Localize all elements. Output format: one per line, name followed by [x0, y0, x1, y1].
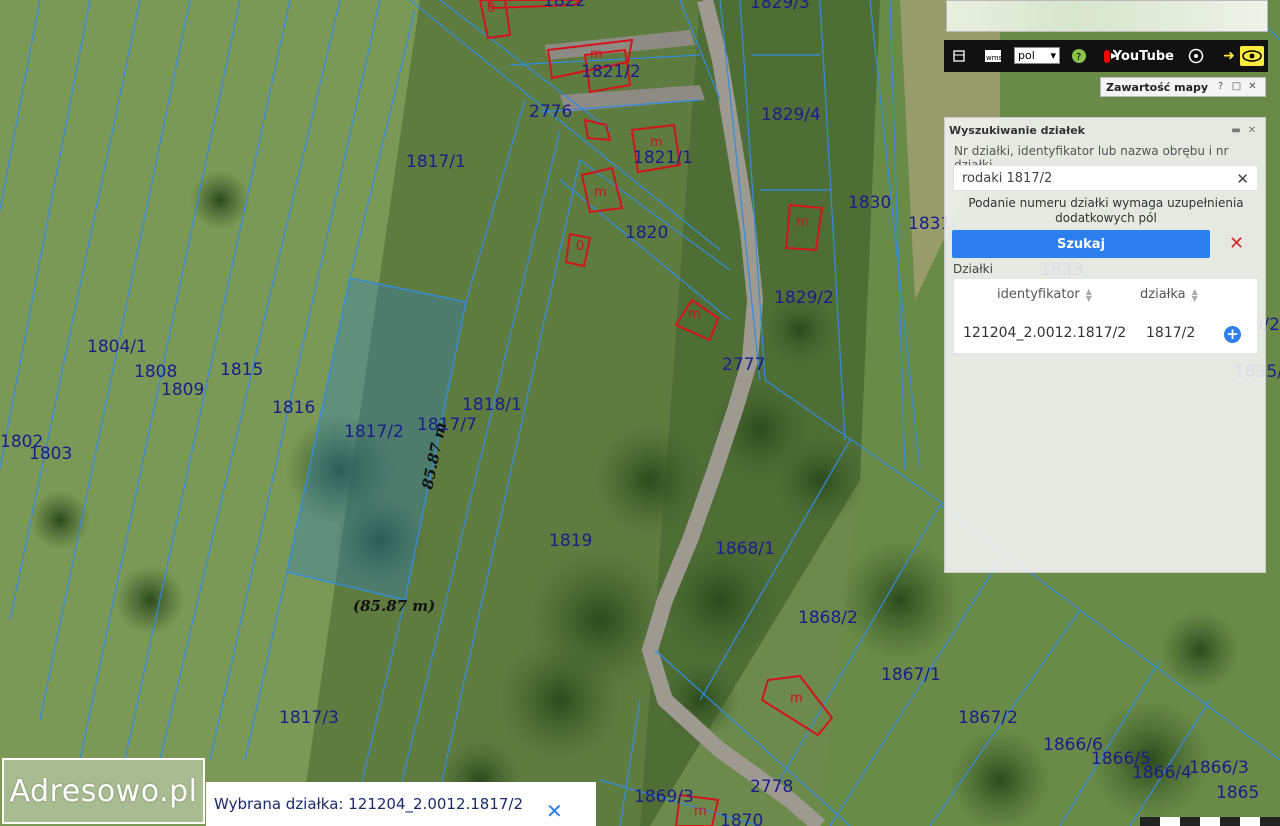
- parcel-label: 1803: [29, 444, 72, 464]
- minimize-icon[interactable]: ▬: [1230, 124, 1242, 136]
- brand-logo[interactable]: Adresowo.pl: [2, 758, 205, 824]
- dimension-label-short: (85.87 m): [353, 597, 435, 615]
- parcel-label: 1820: [625, 223, 668, 243]
- parcel-label: 2777: [722, 355, 765, 375]
- parcel-label: 1866/4: [1132, 763, 1192, 783]
- parcel-label: 1817/3: [279, 708, 339, 728]
- parcel-label: 1815: [220, 360, 263, 380]
- svg-text:?: ?: [1076, 52, 1081, 63]
- chevron-down-icon: ▾: [1050, 49, 1056, 62]
- close-icon[interactable]: ✕: [546, 799, 563, 823]
- search-input[interactable]: rodaki 1817/2 ✕: [953, 165, 1258, 191]
- parcel-label: 1822: [543, 0, 586, 11]
- parcel-label: 1816: [272, 398, 315, 418]
- parcel-label: 1829/2: [774, 288, 834, 308]
- status-text: Wybrana działka: 121204_2.0012.1817/2: [214, 795, 524, 813]
- parcel-label: 1868/1: [715, 539, 775, 559]
- column-header-identyfikator[interactable]: identyfikator ▲ ▼: [997, 287, 1092, 302]
- parcel-label: 2776: [529, 102, 572, 122]
- result-identyfikator[interactable]: 121204_2.0012.1817/2: [963, 325, 1126, 341]
- parcel-label: 1808: [134, 362, 177, 382]
- svg-text:m: m: [688, 307, 701, 322]
- search-input-value: rodaki 1817/2: [962, 170, 1053, 186]
- results-table: identyfikator ▲ ▼ działka ▲ ▼ 121204_2.0012.…: [953, 278, 1258, 354]
- result-dzialka[interactable]: 1817/2: [1146, 325, 1195, 341]
- overview-minimap[interactable]: [946, 0, 1268, 32]
- parcel-label: 1868/2: [798, 608, 858, 628]
- arrow-right-icon[interactable]: ➜: [1220, 46, 1238, 66]
- parcel-label: 1865: [1216, 783, 1259, 803]
- parcel-label: 1809: [161, 380, 204, 400]
- selected-parcel-status: Wybrana działka: 121204_2.0012.1817/2 ✕: [206, 782, 596, 826]
- restore-icon[interactable]: □: [1231, 81, 1242, 92]
- map-contents-header[interactable]: Zawartość mapy ? □ ✕: [1100, 77, 1266, 97]
- search-note-line2: dodatkowych pól: [1055, 211, 1157, 225]
- column-header-dzialka[interactable]: działka ▲ ▼: [1140, 287, 1198, 302]
- svg-text:wms: wms: [986, 54, 1002, 62]
- svg-text:0: 0: [487, 1, 495, 16]
- close-icon[interactable]: ✕: [1246, 124, 1258, 136]
- language-select[interactable]: pol ▾: [1014, 47, 1060, 64]
- parcel-label: 1821/1: [633, 148, 693, 168]
- search-note-line1: Podanie numeru działki wymaga uzupełnien…: [968, 196, 1244, 210]
- svg-text:m: m: [694, 804, 707, 819]
- svg-text:m: m: [796, 215, 809, 230]
- svg-text:m: m: [594, 185, 607, 200]
- parcel-label: 1804/1: [87, 337, 147, 357]
- help-icon[interactable]: ?: [1215, 81, 1226, 92]
- parcel-search-panel: Wyszukiwanie działek ▬ ✕ Nr działki, ide…: [944, 117, 1266, 573]
- column-header-label: identyfikator: [997, 287, 1080, 302]
- eye-icon[interactable]: [1240, 46, 1264, 66]
- youtube-button[interactable]: YouTube: [1104, 46, 1174, 66]
- reset-icon[interactable]: ✕: [1229, 233, 1244, 254]
- parcel-label: 2778: [750, 777, 793, 797]
- results-section-title: Działki: [953, 262, 993, 276]
- scale-bar: [1140, 817, 1280, 826]
- wms-icon[interactable]: wms: [984, 46, 1002, 66]
- parcel-label: 1819: [549, 531, 592, 551]
- map-toolbar: wms pol ▾ ? YouTube ➜: [944, 40, 1268, 72]
- parcel-label: 1869/3: [634, 787, 694, 807]
- youtube-label: YouTube: [1112, 48, 1174, 64]
- settings-wheel-icon[interactable]: [1188, 46, 1204, 66]
- column-header-label: działka: [1140, 287, 1186, 302]
- parcel-label: 1830: [848, 193, 891, 213]
- close-icon[interactable]: ✕: [1247, 81, 1258, 92]
- parcel-label: 1818/1: [462, 395, 522, 415]
- add-icon[interactable]: +: [1224, 326, 1241, 343]
- language-value: pol: [1018, 49, 1035, 62]
- search-note: Podanie numeru działki wymaga uzupełnien…: [945, 196, 1267, 226]
- parcel-label: 1817/2: [344, 422, 404, 442]
- sort-icon: ▲ ▼: [1085, 286, 1092, 303]
- parcel-label: 1867/1: [881, 665, 941, 685]
- parcel-label: 1866/3: [1189, 758, 1249, 778]
- youtube-icon: [1104, 49, 1117, 63]
- parcel-label: 1829/3: [750, 0, 810, 13]
- help-icon[interactable]: ?: [1071, 46, 1087, 66]
- parcel-label: 1829/4: [761, 105, 821, 125]
- parcel-label: 1817/1: [406, 152, 466, 172]
- svg-text:m: m: [590, 47, 603, 62]
- map-contents-title: Zawartość mapy: [1106, 80, 1209, 94]
- parcel-label: 1870: [720, 811, 763, 826]
- clear-icon[interactable]: ✕: [1236, 170, 1249, 188]
- panel-title: Wyszukiwanie działek: [949, 124, 1085, 137]
- search-button[interactable]: Szukaj: [952, 230, 1210, 258]
- parcel-label: 1867/2: [958, 708, 1018, 728]
- print-icon[interactable]: [952, 46, 966, 66]
- svg-text:0: 0: [576, 239, 584, 254]
- svg-text:m: m: [790, 691, 803, 706]
- sort-icon: ▲ ▼: [1191, 286, 1198, 303]
- parcel-label: 1821/2: [581, 62, 641, 82]
